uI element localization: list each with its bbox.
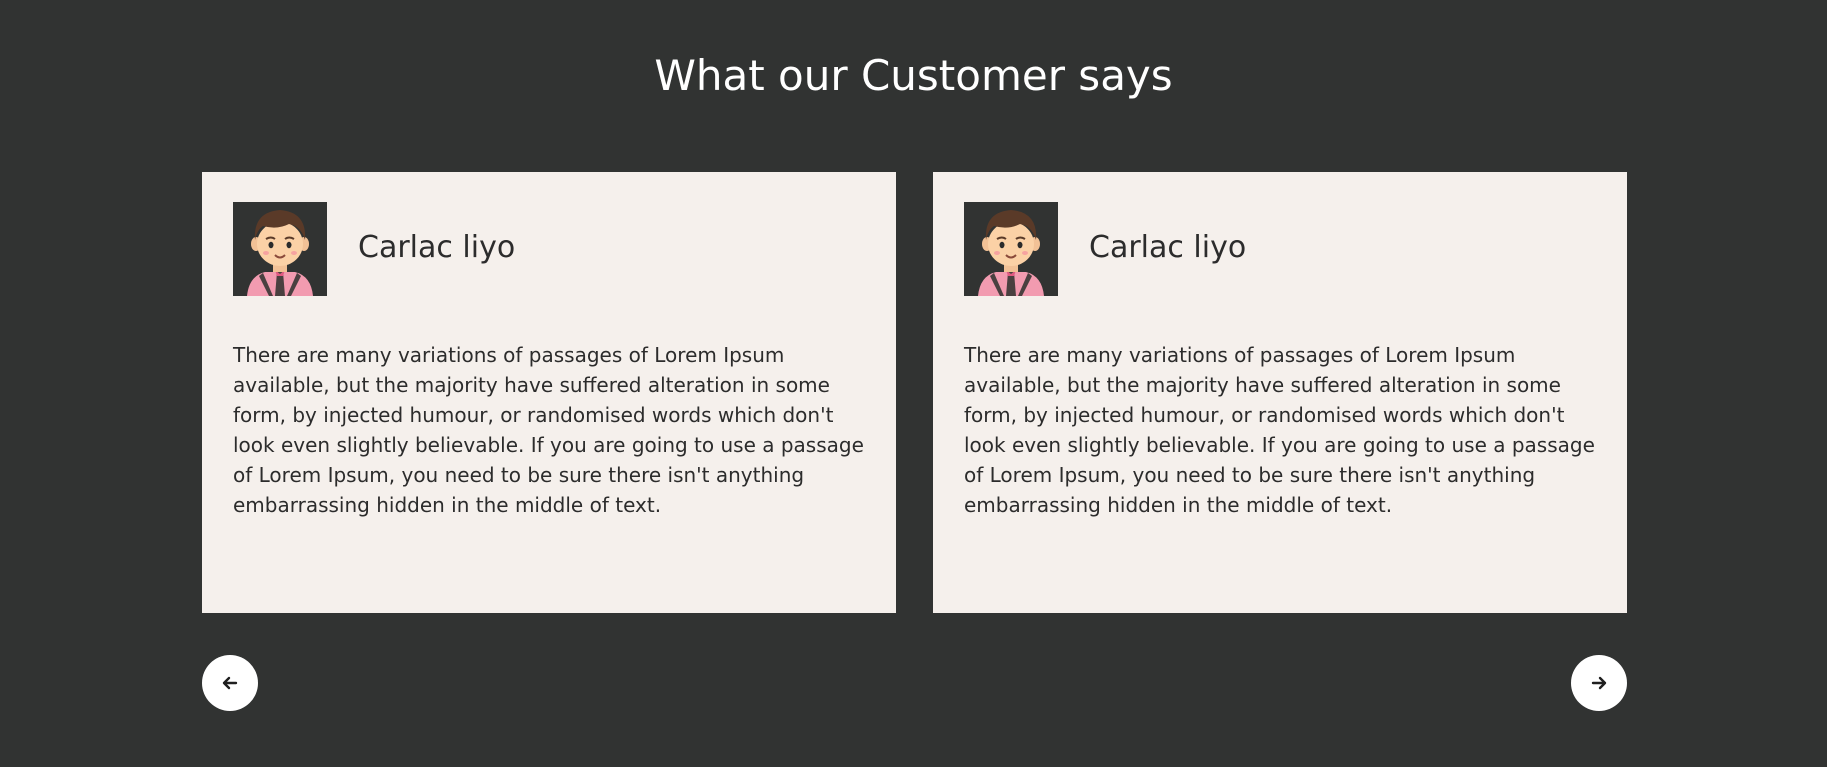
testimonial-text: There are many variations of passages of… — [964, 343, 1595, 517]
avatar-icon — [233, 202, 327, 296]
customer-name: Carlac liyo — [358, 230, 516, 265]
testimonial-card: Carlac liyo There are many variations of… — [933, 172, 1627, 613]
arrow-left-icon — [222, 676, 238, 690]
testimonial-card: Carlac liyo There are many variations of… — [202, 172, 896, 613]
avatar — [233, 202, 327, 296]
carousel-next-button[interactable] — [1571, 655, 1627, 711]
avatar — [964, 202, 1058, 296]
arrow-right-icon — [1591, 676, 1607, 690]
avatar-icon — [964, 202, 1058, 296]
carousel-prev-button[interactable] — [202, 655, 258, 711]
section-title: What our Customer says — [654, 51, 1173, 100]
testimonial-text: There are many variations of passages of… — [233, 343, 864, 517]
customer-name: Carlac liyo — [1089, 230, 1247, 265]
